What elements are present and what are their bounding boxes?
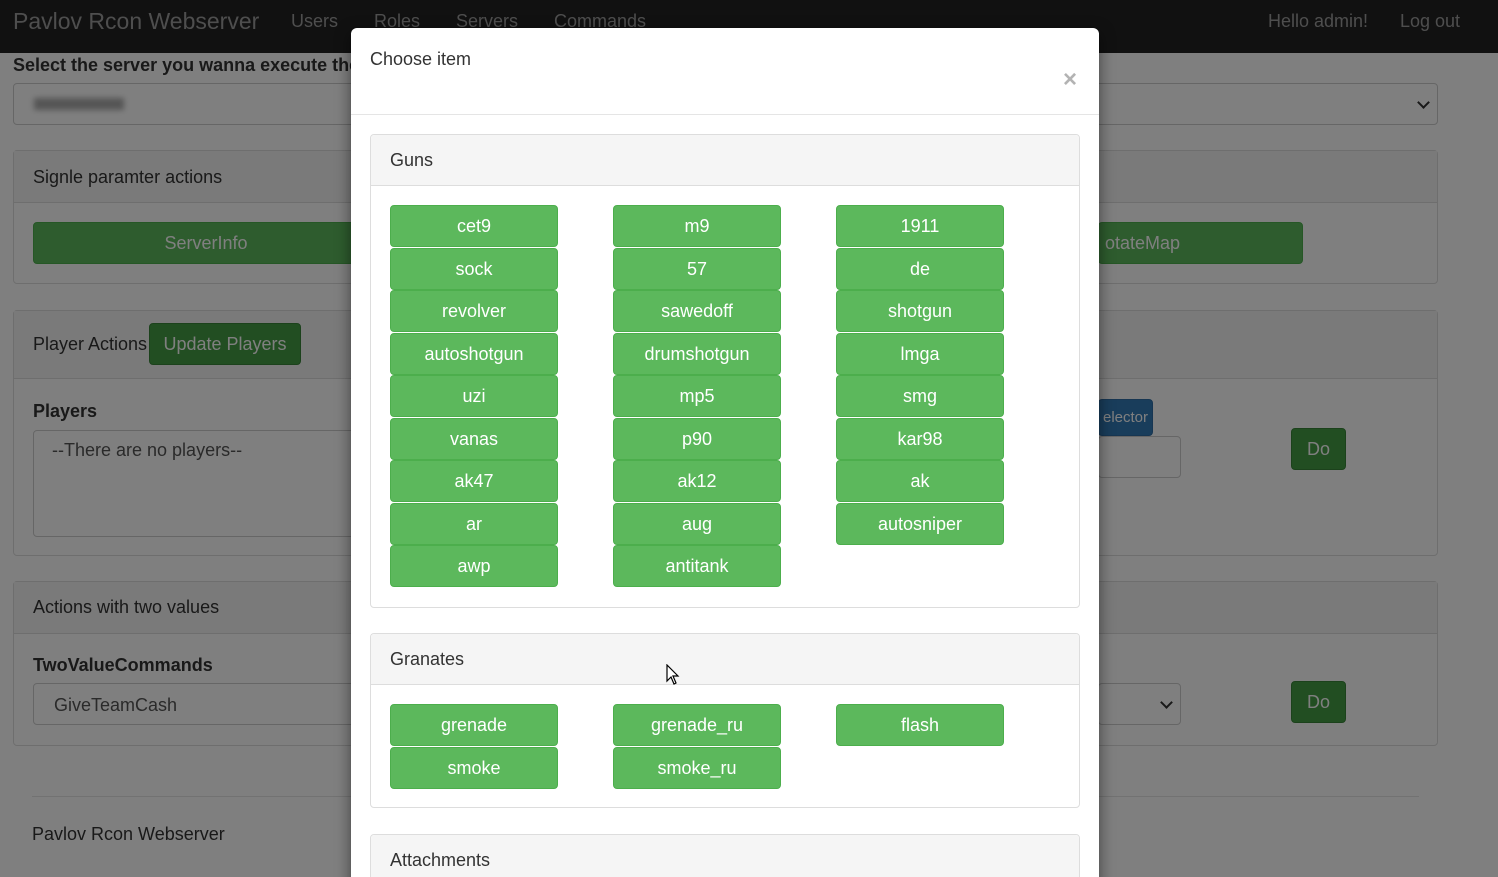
item-button-grenade_ru[interactable]: grenade_ru bbox=[613, 704, 781, 746]
item-button-1911[interactable]: 1911 bbox=[836, 205, 1004, 247]
item-button-flash[interactable]: flash bbox=[836, 704, 1004, 746]
item-button-awp[interactable]: awp bbox=[390, 545, 558, 587]
item-button-cet9[interactable]: cet9 bbox=[390, 205, 558, 247]
granates-panel: Granates grenade grenade_ru flash smoke smok… bbox=[370, 633, 1080, 808]
item-button-autoshotgun[interactable]: autoshotgun bbox=[390, 333, 558, 375]
item-button-grenade[interactable]: grenade bbox=[390, 704, 558, 746]
item-button-smg[interactable]: smg bbox=[836, 375, 1004, 417]
item-button-kar98[interactable]: kar98 bbox=[836, 418, 1004, 460]
item-button-sawedoff[interactable]: sawedoff bbox=[613, 290, 781, 332]
guns-heading: Guns bbox=[371, 135, 1079, 186]
item-button-ak47[interactable]: ak47 bbox=[390, 460, 558, 502]
item-button-revolver[interactable]: revolver bbox=[390, 290, 558, 332]
mouse-cursor-icon bbox=[666, 664, 680, 685]
item-button-sock[interactable]: sock bbox=[390, 248, 558, 290]
choose-item-modal: Choose item × Guns cet9 m9 1911 sock 57 de rev… bbox=[351, 28, 1099, 877]
item-button-vanas[interactable]: vanas bbox=[390, 418, 558, 460]
item-button-smoke[interactable]: smoke bbox=[390, 747, 558, 789]
item-button-autosniper[interactable]: autosniper bbox=[836, 503, 1004, 545]
modal-title: Choose item bbox=[370, 49, 472, 69]
guns-title: Guns bbox=[390, 150, 434, 170]
item-button-57[interactable]: 57 bbox=[613, 248, 781, 290]
item-button-de[interactable]: de bbox=[836, 248, 1004, 290]
item-button-m9[interactable]: m9 bbox=[613, 205, 781, 247]
item-button-aug[interactable]: aug bbox=[613, 503, 781, 545]
item-button-mp5[interactable]: mp5 bbox=[613, 375, 781, 417]
item-button-drumshotgun[interactable]: drumshotgun bbox=[613, 333, 781, 375]
close-icon[interactable]: × bbox=[1063, 68, 1077, 92]
item-button-ak[interactable]: ak bbox=[836, 460, 1004, 502]
modal-header: Choose item × bbox=[351, 28, 1099, 115]
item-button-smoke_ru[interactable]: smoke_ru bbox=[613, 747, 781, 789]
attachments-title: Attachments bbox=[390, 850, 491, 870]
guns-panel: Guns cet9 m9 1911 sock 57 de revolver sawedoff s… bbox=[370, 134, 1080, 608]
item-button-uzi[interactable]: uzi bbox=[390, 375, 558, 417]
item-button-p90[interactable]: p90 bbox=[613, 418, 781, 460]
attachments-heading: Attachments bbox=[371, 835, 1079, 877]
item-button-antitank[interactable]: antitank bbox=[613, 545, 781, 587]
granates-title: Granates bbox=[390, 649, 465, 669]
attachments-panel: Attachments bbox=[370, 834, 1080, 877]
granates-heading: Granates bbox=[371, 634, 1079, 685]
item-button-shotgun[interactable]: shotgun bbox=[836, 290, 1004, 332]
item-button-ak12[interactable]: ak12 bbox=[613, 460, 781, 502]
item-button-ar[interactable]: ar bbox=[390, 503, 558, 545]
item-button-lmga[interactable]: lmga bbox=[836, 333, 1004, 375]
